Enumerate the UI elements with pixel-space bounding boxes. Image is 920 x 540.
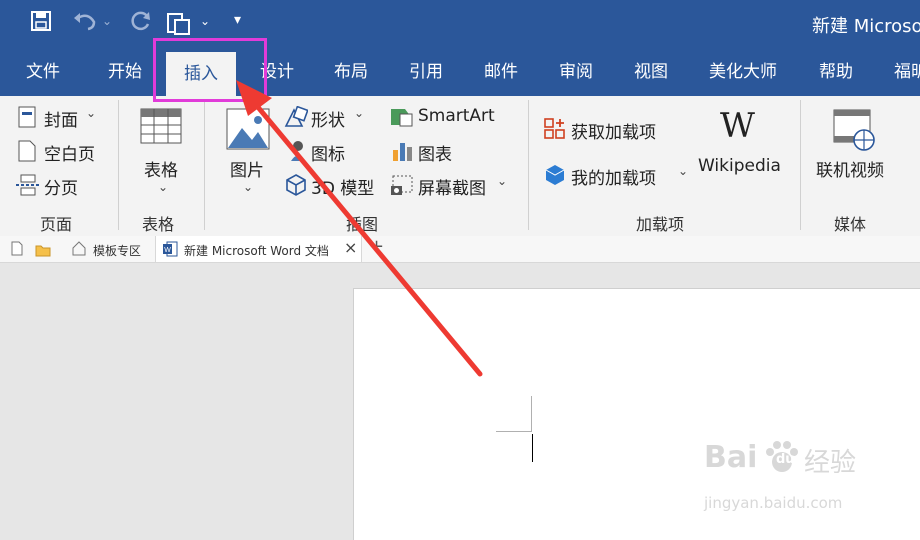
watermark-product: 经验 (804, 448, 857, 478)
watermark-brand-suffix: du (776, 452, 795, 467)
watermark-url: jingyan.baidu.com (704, 494, 843, 512)
watermark-brand: Bai (704, 440, 758, 475)
